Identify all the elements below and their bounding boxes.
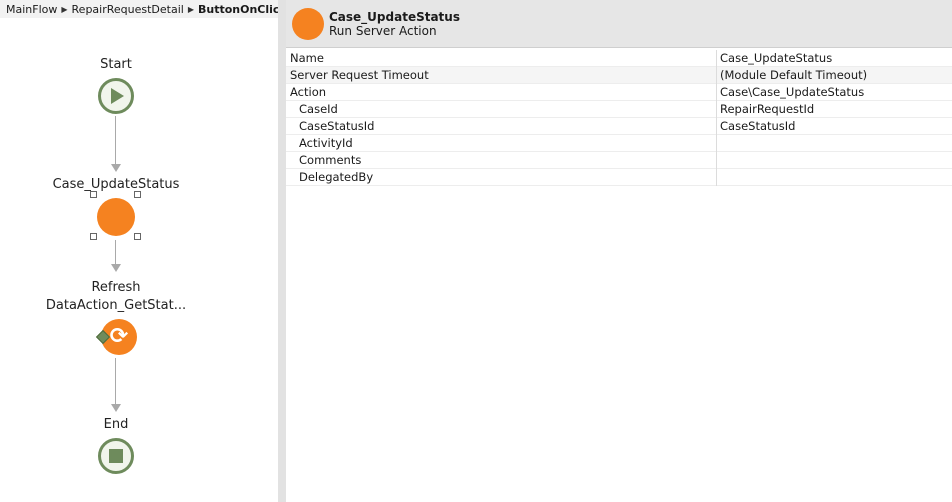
breadcrumb-item-mainflow[interactable]: MainFlow (6, 3, 57, 16)
selection-handle[interactable] (134, 191, 141, 198)
property-grid: Name Case_UpdateStatus Server Request Ti… (286, 50, 952, 186)
server-action-icon (292, 8, 324, 40)
property-label: Action (290, 85, 327, 99)
property-value[interactable]: CaseStatusId (720, 119, 795, 133)
arrow-down-icon (111, 164, 121, 172)
start-label: Start (100, 57, 132, 72)
panel-splitter[interactable] (278, 0, 286, 502)
chevron-right-icon: ▶ (187, 4, 194, 14)
properties-title: Case_UpdateStatus (329, 10, 460, 24)
property-row-caseid[interactable]: CaseId RepairRequestId (286, 101, 952, 118)
refresh-target-label: DataAction_GetStat... (45, 298, 187, 313)
end-label: End (103, 417, 129, 432)
play-icon (111, 88, 124, 104)
property-value[interactable]: Case_UpdateStatus (720, 51, 832, 65)
property-label: Comments (299, 153, 362, 167)
property-label: Name (290, 51, 324, 65)
property-row-timeout[interactable]: Server Request Timeout (Module Default T… (286, 67, 952, 84)
selection-handle[interactable] (90, 233, 97, 240)
property-value[interactable]: RepairRequestId (720, 102, 814, 116)
property-row-activityid[interactable]: ActivityId (286, 135, 952, 152)
property-label: ActivityId (299, 136, 353, 150)
refresh-icon: ⟳ (109, 324, 129, 349)
start-node[interactable] (98, 78, 134, 114)
properties-panel: Case_UpdateStatus Run Server Action Name… (286, 0, 952, 502)
refresh-label: Refresh (91, 280, 141, 295)
property-value[interactable]: Case\Case_UpdateStatus (720, 85, 864, 99)
connector-line (115, 358, 116, 406)
property-row-delegatedby[interactable]: DelegatedBy (286, 169, 952, 186)
property-label: DelegatedBy (299, 170, 374, 184)
stop-icon (109, 449, 123, 463)
property-value[interactable]: (Module Default Timeout) (720, 68, 867, 82)
end-node[interactable] (98, 438, 134, 474)
breadcrumb-item-screen[interactable]: RepairRequestDetail (72, 3, 184, 16)
selection-handle[interactable] (90, 191, 97, 198)
selection-handle[interactable] (134, 233, 141, 240)
action-label: Case_UpdateStatus (52, 177, 180, 192)
property-label: Server Request Timeout (290, 68, 429, 82)
breadcrumb: MainFlow ▶ RepairRequestDetail ▶ ButtonO… (0, 0, 287, 18)
properties-header: Case_UpdateStatus Run Server Action (286, 0, 952, 48)
connector-line (115, 116, 116, 166)
arrow-down-icon (111, 404, 121, 412)
property-row-action[interactable]: Action Case\Case_UpdateStatus (286, 84, 952, 101)
breadcrumb-current: ButtonOnClick (198, 2, 287, 16)
server-action-node[interactable] (97, 198, 135, 236)
properties-subtitle: Run Server Action (329, 24, 437, 38)
property-row-casestatusid[interactable]: CaseStatusId CaseStatusId (286, 118, 952, 135)
property-row-comments[interactable]: Comments (286, 152, 952, 169)
property-label: CaseStatusId (299, 119, 375, 133)
connector-line (115, 240, 116, 266)
arrow-down-icon (111, 264, 121, 272)
property-row-name[interactable]: Name Case_UpdateStatus (286, 50, 952, 67)
property-label: CaseId (299, 102, 338, 116)
flow-canvas[interactable]: MainFlow ▶ RepairRequestDetail ▶ ButtonO… (0, 0, 287, 502)
chevron-right-icon: ▶ (61, 4, 68, 14)
